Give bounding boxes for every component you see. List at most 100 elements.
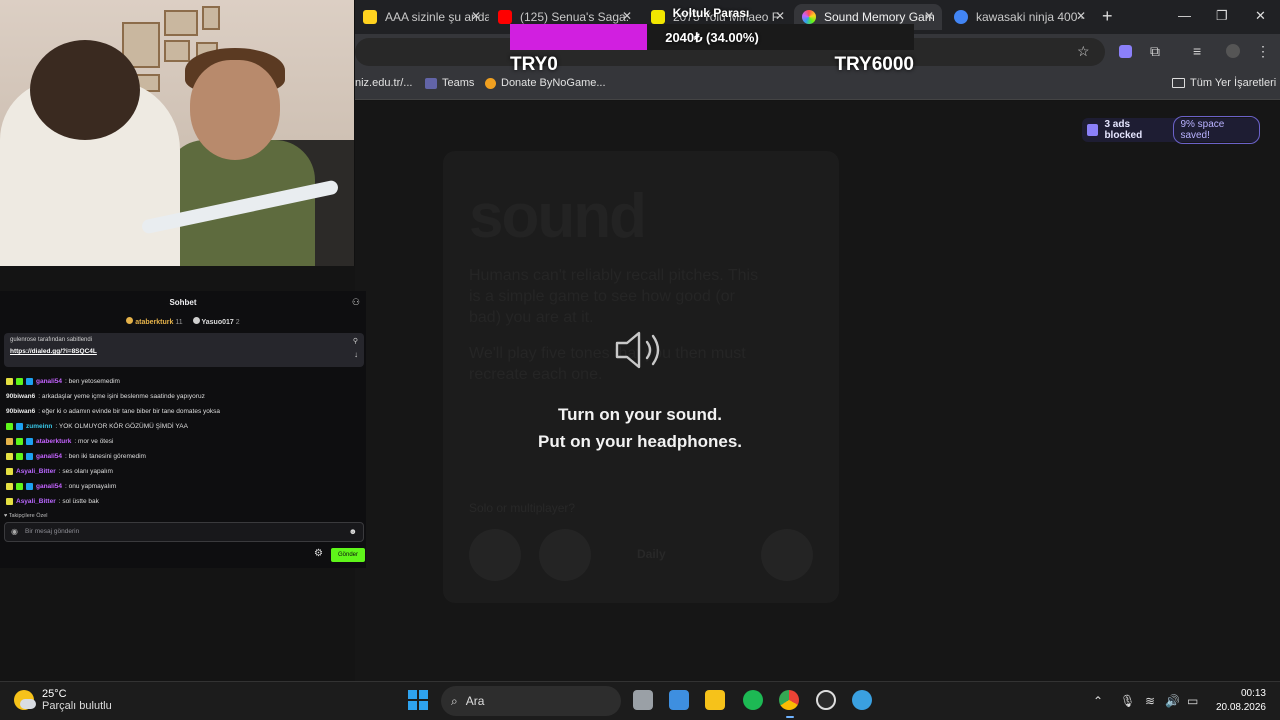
extension-badge-icon[interactable] [1119, 45, 1132, 58]
chat-badge-icon[interactable] [16, 482, 23, 490]
chat-badge-icon[interactable] [16, 437, 23, 445]
bookmark-label: niz.edu.tr/... [355, 77, 413, 89]
leader-item[interactable]: Yasuo017 2 [192, 317, 240, 329]
chat-badge-icon[interactable] [6, 452, 13, 460]
chat-badge-icon[interactable] [6, 437, 13, 445]
weather-description: Parçalı bulutlu [42, 700, 112, 712]
chat-message: Asyali_Bitter: ses olanı yapalım [6, 465, 113, 477]
chat-badge-icon[interactable] [26, 437, 33, 445]
chat-badge-icon[interactable] [6, 467, 13, 475]
wifi-icon[interactable]: ≋ [1145, 694, 1155, 708]
volume-icon[interactable]: 🔊 [1165, 694, 1180, 708]
adblock-badge[interactable]: 3 ads blocked 9% space saved! [1082, 116, 1260, 144]
gear-icon[interactable]: ⚙ [314, 548, 323, 559]
chat-message: Asyali_Bitter: sol üstte bak [6, 495, 99, 507]
chat-username[interactable]: ganali54 [36, 378, 62, 385]
battery-icon[interactable]: ▭ [1187, 694, 1198, 708]
chat-username[interactable]: 90biwan6 [6, 393, 35, 400]
tab-0[interactable]: AAA sizinle şu anda ç ✕ [355, 4, 489, 30]
app-icon[interactable] [852, 690, 872, 710]
clock[interactable]: 00:13 20.08.2026 [1210, 687, 1266, 715]
extensions-icon[interactable]: ⧉ [1150, 43, 1160, 60]
points-icon[interactable]: ◉ [11, 523, 18, 541]
chat-text: : mor ve ötesi [74, 437, 114, 445]
store-icon[interactable] [669, 690, 689, 710]
chat-badge-icon[interactable] [26, 482, 33, 490]
chat-input[interactable]: ◉ Bir mesaj gönderin ☻ [4, 522, 364, 542]
donation-title: Koltuk Parası [672, 6, 750, 20]
chat-username[interactable]: 90biwan6 [6, 408, 35, 415]
close-window-icon[interactable]: ✕ [1255, 8, 1266, 24]
chat-badge-icon[interactable] [16, 422, 23, 430]
chat-username[interactable]: Asyali_Bitter [16, 468, 56, 475]
all-bookmarks-label: Tüm Yer İşaretleri [1190, 77, 1277, 89]
close-icon[interactable]: ✕ [1076, 9, 1086, 23]
obs-icon[interactable] [816, 690, 836, 710]
crown-icon [126, 317, 134, 324]
chat-username[interactable]: Asyali_Bitter [16, 498, 56, 505]
all-bookmarks[interactable]: Tüm Yer İşaretleri [1172, 77, 1276, 89]
solo-button[interactable] [469, 529, 521, 581]
windows-start-icon[interactable] [408, 690, 428, 710]
search-icon: ⌕ [451, 693, 458, 708]
leader-item[interactable]: ataberkturk 11 [126, 317, 183, 329]
close-icon[interactable]: ✕ [471, 9, 481, 23]
leaderboard-button[interactable] [761, 529, 813, 581]
tab-favicon-icon [363, 10, 377, 24]
pin-icon[interactable]: ⚲ [353, 337, 358, 345]
menu-icon[interactable]: ⋮ [1256, 43, 1270, 60]
bookmark-item[interactable]: niz.edu.tr/... [355, 77, 412, 89]
chat-badge-icon[interactable] [16, 452, 23, 460]
file-explorer-icon[interactable] [705, 690, 725, 710]
microphone-icon[interactable]: 🎙 [1120, 694, 1135, 708]
chat-badge-icon[interactable] [6, 497, 13, 505]
active-indicator [786, 716, 794, 718]
chat-badge-icon[interactable] [16, 377, 23, 385]
minimize-icon[interactable]: — [1178, 8, 1191, 23]
chat-users-icon[interactable]: ⚇ [352, 297, 360, 308]
chrome-icon[interactable] [779, 690, 799, 710]
chat-badge-icon[interactable] [26, 377, 33, 385]
chat-badge-icon[interactable] [26, 452, 33, 460]
mode-question: Solo or multiplayer? [469, 501, 576, 515]
close-icon[interactable]: ✕ [924, 9, 934, 23]
chat-badge-icon[interactable] [6, 377, 13, 385]
multiplayer-button[interactable] [539, 529, 591, 581]
chat-username[interactable]: ataberkturk [36, 438, 71, 445]
media-icon[interactable]: ≡ [1193, 43, 1201, 59]
chat-username[interactable]: ganali54 [36, 453, 62, 460]
chat-badge-icon[interactable] [6, 482, 13, 490]
chat-message: 90biwan6: arkadaşlar yeme içme işini bes… [6, 390, 205, 402]
wall-frame [164, 10, 198, 36]
chevron-up-icon[interactable]: ⌃ [1093, 694, 1103, 708]
profile-icon[interactable] [1226, 44, 1240, 58]
send-button[interactable]: Gönder [331, 548, 365, 562]
taskbar: 25°C Parçalı bulutlu ⌕ Ara ⌃ 🎙 ≋ 🔊 ▭ 00:… [0, 681, 1280, 720]
card-title: sound [469, 182, 647, 251]
new-tab-icon[interactable]: + [1102, 6, 1113, 27]
sound-prompt-line1: Turn on your sound. [558, 405, 722, 424]
chat-text: : YOK OLMUYOR KÖR GÖZÜMÜ ŞİMDİ YAA [55, 422, 188, 430]
bookmark-item[interactable]: Teams [425, 77, 474, 89]
chat-username[interactable]: zumeinn [26, 423, 52, 430]
pinned-link[interactable]: https://dialed.gg/?i=8SQC4L [10, 348, 358, 355]
chat-username[interactable]: ganali54 [36, 483, 62, 490]
pinned-message[interactable]: gulenrose tarafından sabitlendi https://… [4, 333, 364, 367]
tab-4[interactable]: kawasaki ninja 400 - ✕ [946, 4, 1094, 30]
daily-toggle[interactable]: Daily [609, 547, 666, 561]
taskbar-search[interactable]: ⌕ Ara [441, 686, 621, 716]
donation-amount: 2040₺ (34.00%) [665, 30, 759, 45]
chat-badge-icon[interactable] [6, 422, 13, 430]
emoji-icon[interactable]: ☻ [349, 523, 357, 541]
weather-widget[interactable]: 25°C Parçalı bulutlu [14, 688, 112, 712]
tab-title: kawasaki ninja 400 - [976, 10, 1085, 24]
leader-name: Yasuo017 [201, 319, 234, 326]
streamer-left [0, 40, 180, 266]
task-view-icon[interactable] [633, 690, 653, 710]
star-icon[interactable]: ☆ [1077, 43, 1090, 60]
restore-icon[interactable]: ❐ [1216, 8, 1228, 24]
spotify-icon[interactable] [743, 690, 763, 710]
arrow-down-icon[interactable]: ↓ [354, 350, 358, 359]
bookmark-item[interactable]: Donate ByNoGame... [485, 77, 606, 89]
sound-prompt-line2: Put on your headphones. [537, 432, 742, 451]
